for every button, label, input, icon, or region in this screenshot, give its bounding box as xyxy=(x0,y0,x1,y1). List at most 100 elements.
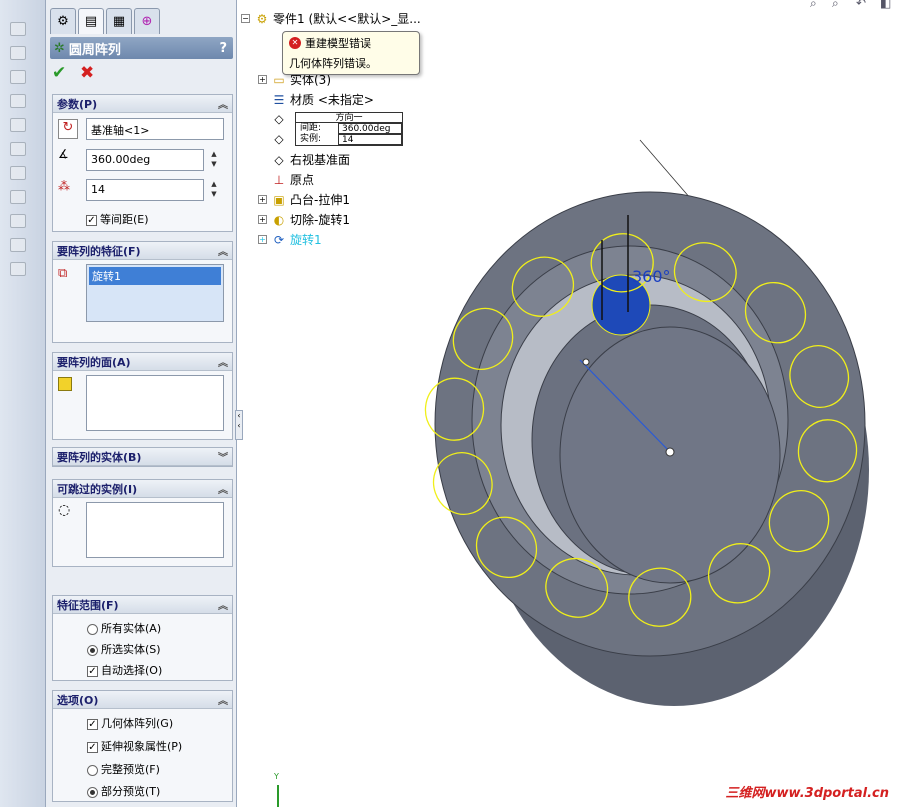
smart-dimension-icon[interactable] xyxy=(10,46,26,60)
skip-header[interactable]: 可跳过的实例(I) ︽ xyxy=(53,480,232,498)
sweep-icon[interactable] xyxy=(10,118,26,132)
x-icon: ✖ xyxy=(80,63,95,83)
bodies-to-pattern-group: 要阵列的实体(B) ︾ xyxy=(52,447,233,467)
scope-header-label: 特征范围(F) xyxy=(57,598,119,612)
selected-bodies-radio[interactable]: 所选实体(S) xyxy=(87,641,161,657)
features-header[interactable]: 要阵列的特征(F) ︽ xyxy=(53,242,232,260)
checkbox-icon: ✓ xyxy=(86,214,97,226)
feature-select-icon: ⧉ xyxy=(58,266,68,281)
partial-preview-label: 部分预览(T) xyxy=(101,785,161,798)
skip-instances-icon: ◌ xyxy=(58,502,71,518)
bodies-header-label: 要阵列的实体(B) xyxy=(57,450,142,464)
collapse-icon[interactable]: ︽ xyxy=(218,692,228,707)
collapse-icon[interactable]: ︽ xyxy=(218,354,228,369)
command-toolbar xyxy=(0,0,46,807)
skip-instances-list[interactable] xyxy=(86,502,224,558)
parameters-group: 参数(P) ︽ ↻ 基准轴<1> ∡ 360.00deg ▲ ▼ ⁂ 14 ▲ ▼ ✓… xyxy=(52,94,233,232)
sketch-icon[interactable] xyxy=(10,22,26,36)
watermark: 三维网www.3dportal.cn xyxy=(725,786,889,801)
face-cube-icon xyxy=(58,377,72,391)
full-preview-radio[interactable]: 完整预览(F) xyxy=(87,761,160,777)
checkbox-icon: ✓ xyxy=(87,741,98,753)
graphics-viewport[interactable]: 360° Y xyxy=(240,0,907,807)
feature-tree-icon: ⚙ xyxy=(57,14,69,29)
circular-pattern-icon: ✲ xyxy=(54,40,65,56)
collapse-icon[interactable]: ︽ xyxy=(218,481,228,496)
all-bodies-label: 所有实体(A) xyxy=(101,622,162,635)
tab-feature-manager[interactable]: ⚙ xyxy=(50,8,76,34)
equal-spacing-checkbox[interactable]: ✓ 等间距(E) xyxy=(86,211,149,227)
instances-icon: ⁂ xyxy=(58,179,70,193)
radio-icon xyxy=(87,644,98,656)
cancel-button[interactable]: ✖ xyxy=(80,63,94,83)
instances-input[interactable]: 14 ▲ ▼ xyxy=(86,179,217,201)
pm-title: 圆周阵列 xyxy=(68,42,121,58)
parameters-header[interactable]: 参数(P) ︽ xyxy=(53,95,232,113)
faces-header-label: 要阵列的面(A) xyxy=(57,355,131,369)
tab-configuration-manager[interactable]: ▦ xyxy=(106,8,132,34)
angle-spinner[interactable]: ▲ ▼ xyxy=(205,149,223,171)
help-button[interactable]: ? xyxy=(219,41,227,56)
expand-icon[interactable]: ︾ xyxy=(218,449,228,464)
parameters-header-label: 参数(P) xyxy=(57,97,98,111)
faces-to-pattern-group: 要阵列的面(A) ︽ xyxy=(52,352,233,440)
full-preview-label: 完整预览(F) xyxy=(101,763,160,776)
all-bodies-radio[interactable]: 所有实体(A) xyxy=(87,620,161,636)
revolve-icon[interactable] xyxy=(10,94,26,108)
auto-select-label: 自动选择(O) xyxy=(101,664,163,677)
features-header-label: 要阵列的特征(F) xyxy=(57,244,141,258)
angle-input[interactable]: 360.00deg ▲ ▼ xyxy=(86,149,217,171)
loft-icon[interactable] xyxy=(10,142,26,156)
features-to-pattern-group: 要阵列的特征(F) ︽ ⧉ 旋转1 xyxy=(52,241,233,343)
rib-icon[interactable] xyxy=(10,238,26,252)
fillet-icon[interactable] xyxy=(10,166,26,180)
list-item[interactable]: 旋转1 xyxy=(89,267,221,285)
configuration-icon: ▦ xyxy=(112,14,126,29)
propagate-visual-label: 延伸视象属性(P) xyxy=(101,740,183,753)
tab-dimxpert[interactable]: ⊕ xyxy=(134,8,160,34)
collapse-icon[interactable]: ︽ xyxy=(218,597,228,612)
radio-icon xyxy=(87,764,98,776)
bodies-header[interactable]: 要阵列的实体(B) ︾ xyxy=(53,448,232,466)
checkbox-icon: ✓ xyxy=(87,718,98,730)
target-icon: ⊕ xyxy=(141,14,153,29)
partial-preview-radio[interactable]: 部分预览(T) xyxy=(87,783,160,799)
instances-spinner[interactable]: ▲ ▼ xyxy=(205,179,223,201)
geometry-pattern-checkbox[interactable]: ✓ 几何体阵列(G) xyxy=(87,715,173,731)
options-header-label: 选项(O) xyxy=(57,693,99,707)
propagate-visual-checkbox[interactable]: ✓ 延伸视象属性(P) xyxy=(87,738,182,754)
ok-button[interactable]: ✔ xyxy=(52,63,66,83)
options-header[interactable]: 选项(O) ︽ xyxy=(53,691,232,709)
angle-value: 360.00deg xyxy=(91,153,151,166)
skip-instances-group: 可跳过的实例(I) ︽ ◌ xyxy=(52,479,233,567)
auto-select-checkbox[interactable]: ✓ 自动选择(O) xyxy=(87,662,162,678)
axis-point xyxy=(582,358,590,366)
angle-icon: ∡ xyxy=(58,147,69,161)
reference-geometry-icon[interactable] xyxy=(10,262,26,276)
radio-icon xyxy=(87,623,98,635)
reverse-direction-icon[interactable]: ↻ xyxy=(58,119,78,139)
angle-dimension-label[interactable]: 360° xyxy=(632,267,671,286)
property-manager: ⚙ ▤ ▦ ⊕ ✲ 圆周阵列 ? ✔ ✖ 参数(P) ︽ ↻ 基准轴<1> ∡ 3… xyxy=(46,0,237,807)
scope-header[interactable]: 特征范围(F) ︽ xyxy=(53,596,232,614)
selected-bodies-label: 所选实体(S) xyxy=(101,643,161,656)
faces-list[interactable] xyxy=(86,375,224,431)
radio-icon xyxy=(87,786,98,798)
property-icon: ▤ xyxy=(84,14,98,29)
skip-header-label: 可跳过的实例(I) xyxy=(57,482,138,496)
checkmark-icon: ✔ xyxy=(52,63,67,83)
shell-icon[interactable] xyxy=(10,214,26,228)
collapse-icon[interactable]: ︽ xyxy=(218,243,228,258)
instances-value: 14 xyxy=(91,183,105,196)
options-group: 选项(O) ︽ ✓ 几何体阵列(G) ✓ 延伸视象属性(P) 完整预览(F) 部分预览… xyxy=(52,690,233,802)
extrude-icon[interactable] xyxy=(10,70,26,84)
triad-y-label: Y xyxy=(273,772,279,781)
axis-field[interactable]: 基准轴<1> xyxy=(86,118,224,140)
chamfer-icon[interactable] xyxy=(10,190,26,204)
feature-scope-group: 特征范围(F) ︽ 所有实体(A) 所选实体(S) ✓ 自动选择(O) xyxy=(52,595,233,681)
collapse-icon[interactable]: ︽ xyxy=(218,96,228,111)
pm-tab-bar: ⚙ ▤ ▦ ⊕ xyxy=(46,8,237,34)
tab-property-manager[interactable]: ▤ xyxy=(78,8,104,34)
faces-header[interactable]: 要阵列的面(A) ︽ xyxy=(53,353,232,371)
features-list[interactable]: 旋转1 xyxy=(86,264,224,322)
